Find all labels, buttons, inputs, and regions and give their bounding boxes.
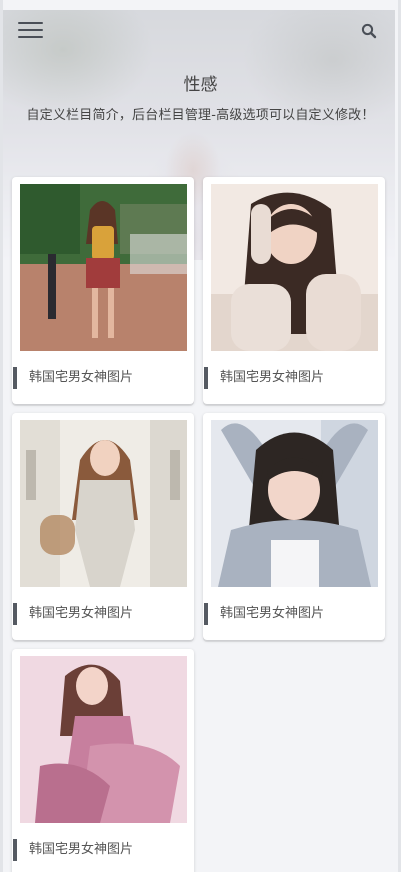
- thumbnail-image: [211, 420, 378, 587]
- thumbnail-image: [20, 420, 187, 587]
- gallery-card[interactable]: 韩国宅男女神图片: [12, 413, 194, 640]
- gallery-card[interactable]: 韩国宅男女神图片: [203, 177, 385, 404]
- gallery-thumbnail[interactable]: [20, 656, 187, 823]
- gallery-card[interactable]: 韩国宅男女神图片: [203, 413, 385, 640]
- card-title[interactable]: 韩国宅男女神图片: [13, 603, 133, 625]
- gallery-thumbnail[interactable]: [211, 420, 378, 587]
- thumbnail-image: [211, 184, 378, 351]
- card-title[interactable]: 韩国宅男女神图片: [13, 367, 133, 389]
- hamburger-menu-icon[interactable]: [18, 22, 43, 40]
- card-title[interactable]: 韩国宅男女神图片: [204, 603, 324, 625]
- gallery-card[interactable]: 韩国宅男女神图片: [12, 649, 194, 872]
- gallery-thumbnail[interactable]: [211, 184, 378, 351]
- gallery-card[interactable]: 韩国宅男女神图片: [12, 177, 194, 404]
- card-title[interactable]: 韩国宅男女神图片: [13, 839, 133, 861]
- card-title[interactable]: 韩国宅男女神图片: [204, 367, 324, 389]
- page-title: 性感: [183, 75, 218, 95]
- gallery-thumbnail[interactable]: [20, 184, 187, 351]
- gallery-thumbnail[interactable]: [20, 420, 187, 587]
- thumbnail-image: [20, 184, 187, 351]
- category-description: 自定义栏目简介，后台栏目管理-高级选项可以自定义修改！: [26, 108, 375, 123]
- search-icon[interactable]: [361, 23, 377, 39]
- thumbnail-image: [20, 656, 187, 823]
